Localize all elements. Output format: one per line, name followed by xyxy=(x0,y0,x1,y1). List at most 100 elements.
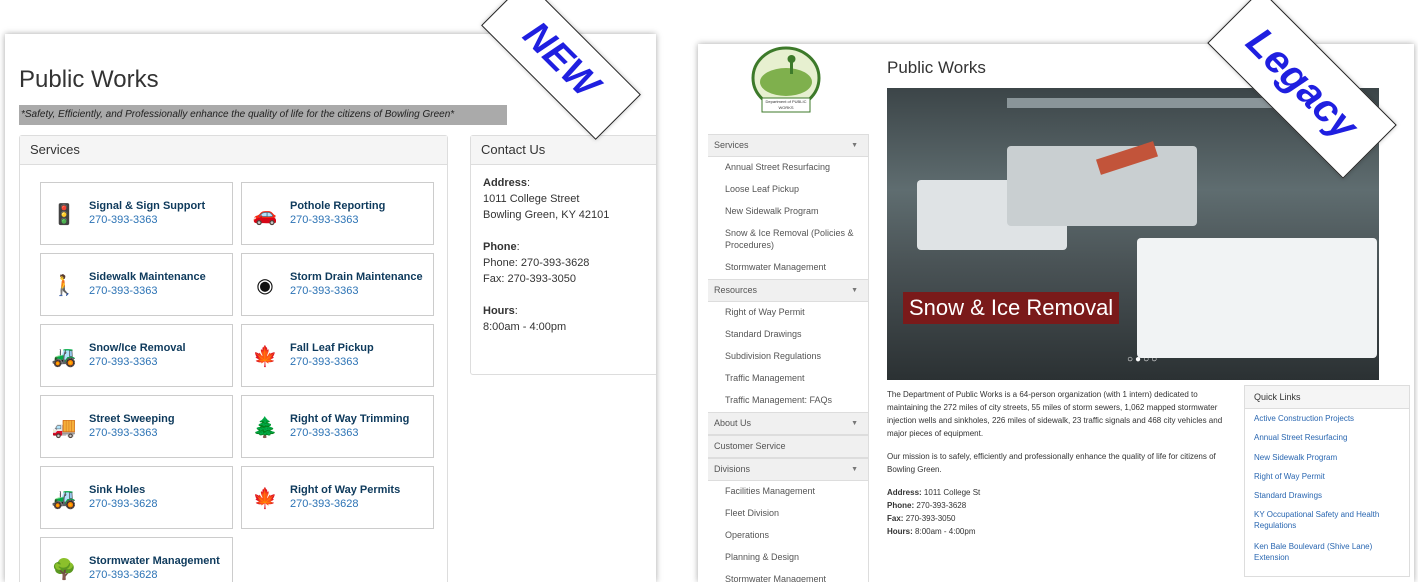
service-tile[interactable]: 🍁 Right of Way Permits 270-393-3628 xyxy=(241,466,434,529)
service-tile[interactable]: 🚚 Street Sweeping 270-393-3363 xyxy=(40,395,233,458)
phone-label: Phone: xyxy=(887,501,915,510)
sidebar-label: Operations xyxy=(725,530,770,540)
phone-value: 270-393-3628 xyxy=(916,501,967,510)
sidebar-label: Customer Service xyxy=(714,441,786,451)
sidebar-label: Traffic Management xyxy=(725,373,805,383)
service-phone[interactable]: 270-393-3363 xyxy=(89,214,158,226)
sidebar-label: Annual Street Resurfacing xyxy=(725,162,831,172)
sidebar-item[interactable]: Right of Way Permit xyxy=(708,302,885,322)
service-phone[interactable]: 270-393-3363 xyxy=(290,285,359,297)
sidebar-item[interactable]: Traffic Management xyxy=(708,368,885,388)
service-phone[interactable]: 270-393-3628 xyxy=(290,498,359,510)
sidebar-section[interactable]: Resources ▼ xyxy=(708,279,868,302)
quick-link[interactable]: Active Construction Projects xyxy=(1254,413,1404,424)
carousel-indicators[interactable]: ○●○○ xyxy=(1127,354,1159,365)
service-name[interactable]: Right of Way Trimming xyxy=(290,413,409,425)
service-name[interactable]: Signal & Sign Support xyxy=(89,200,205,212)
sidebar-item[interactable]: Operations xyxy=(708,525,885,545)
department-logo[interactable]: Department of PUBLIC WORKS xyxy=(750,44,822,116)
phone-value: Phone: 270-393-3628 xyxy=(483,257,590,269)
sidebar-item[interactable]: Facilities Management xyxy=(708,481,885,501)
service-name[interactable]: Snow/Ice Removal xyxy=(89,342,186,354)
sidebar-label: Loose Leaf Pickup xyxy=(725,184,800,194)
intro-paragraph: The Department of Public Works is a 64-p… xyxy=(887,390,1223,438)
sidebar-label: Right of Way Permit xyxy=(725,307,805,317)
sidebar-label: Planning & Design xyxy=(725,552,800,562)
service-tile[interactable]: ◉ Storm Drain Maintenance 270-393-3363 xyxy=(241,253,434,316)
fax-value: 270-393-3050 xyxy=(905,514,956,523)
sidebar-item[interactable]: Planning & Design xyxy=(708,547,885,567)
bulldozer-icon: 🚜 xyxy=(51,488,77,510)
service-phone[interactable]: 270-393-3628 xyxy=(89,569,158,581)
service-name[interactable]: Stormwater Management xyxy=(89,555,220,567)
services-panel: Services 🚦 Signal & Sign Support 270-393-3… xyxy=(19,135,448,582)
sidebar-label: Fleet Division xyxy=(725,508,780,518)
service-phone[interactable]: 270-393-3628 xyxy=(89,498,158,510)
quick-link[interactable]: Right of Way Permit xyxy=(1254,471,1404,482)
quick-link[interactable]: Annual Street Resurfacing xyxy=(1254,432,1404,443)
service-tile[interactable]: 🍁 Fall Leaf Pickup 270-393-3363 xyxy=(241,324,434,387)
sidebar-item[interactable]: Loose Leaf Pickup xyxy=(708,179,885,199)
service-phone[interactable]: 270-393-3363 xyxy=(89,285,158,297)
quick-link[interactable]: KY Occupational Safety and Health Regula… xyxy=(1254,509,1404,531)
sidebar-item[interactable]: Procedures) xyxy=(708,235,885,255)
sidebar-item[interactable]: Stormwater Management xyxy=(708,257,885,277)
sidebar-item[interactable]: New Sidewalk Program xyxy=(708,201,885,221)
service-tile[interactable]: 🚦 Signal & Sign Support 270-393-3363 xyxy=(40,182,233,245)
chevron-down-icon: ▼ xyxy=(851,287,858,294)
quick-link[interactable]: Ken Bale Boulevard (Shive Lane) Extensio… xyxy=(1254,541,1404,563)
sidebar-item[interactable]: Fleet Division xyxy=(708,503,885,523)
fax-label: Fax: xyxy=(887,514,904,523)
sidebar-section[interactable]: Customer Service xyxy=(708,435,868,458)
sidebar-item[interactable]: Subdivision Regulations xyxy=(708,346,885,366)
fax-value: Fax: 270-393-3050 xyxy=(483,273,576,285)
page-title: Public Works xyxy=(19,66,159,93)
service-name[interactable]: Sink Holes xyxy=(89,484,145,496)
sidebar-item[interactable]: Annual Street Resurfacing xyxy=(708,157,885,177)
service-name[interactable]: Sidewalk Maintenance xyxy=(89,271,206,283)
quick-links-heading: Quick Links xyxy=(1245,386,1409,409)
tree-bench-icon: 🌳 xyxy=(51,559,77,581)
sidebar-label: Procedures) xyxy=(725,240,775,250)
address-label: Address xyxy=(483,177,528,189)
sidebar-label: Traffic Management: FAQs xyxy=(725,395,833,405)
service-name[interactable]: Storm Drain Maintenance xyxy=(290,271,423,283)
service-name[interactable]: Pothole Reporting xyxy=(290,200,385,212)
service-tile[interactable]: 🚜 Snow/Ice Removal 270-393-3363 xyxy=(40,324,233,387)
service-tile[interactable]: 🚶 Sidewalk Maintenance 270-393-3363 xyxy=(40,253,233,316)
service-name[interactable]: Street Sweeping xyxy=(89,413,175,425)
sidebar-section[interactable]: Divisions ▼ xyxy=(708,458,868,481)
sidebar-label: Divisions xyxy=(714,464,751,474)
service-phone[interactable]: 270-393-3363 xyxy=(89,356,158,368)
new-site-screenshot: Public Works *Safety, Efficiently, and P… xyxy=(5,34,656,582)
quick-link[interactable]: Standard Drawings xyxy=(1254,490,1404,501)
sidebar-nav: Services ▼ Annual Street Resurfacing Loose … xyxy=(708,134,869,582)
sidebar-item[interactable]: Stormwater Management xyxy=(708,569,885,582)
service-phone[interactable]: 270-393-3363 xyxy=(290,356,359,368)
hours-label: Hours xyxy=(483,305,515,317)
service-name[interactable]: Fall Leaf Pickup xyxy=(290,342,374,354)
sidebar-section[interactable]: Services ▼ xyxy=(708,134,868,157)
page-title: Public Works xyxy=(887,58,986,77)
bulldozer-icon: 🚜 xyxy=(51,346,77,368)
sidebar-label: About Us xyxy=(714,418,752,428)
sidebar-label: Resources xyxy=(714,285,758,295)
service-name[interactable]: Right of Way Permits xyxy=(290,484,400,496)
sidebar-item[interactable]: Standard Drawings xyxy=(708,324,885,344)
sidebar-section[interactable]: About Us ▼ xyxy=(708,412,868,435)
service-phone[interactable]: 270-393-3363 xyxy=(290,427,359,439)
hours-value: 8:00am - 4:00pm xyxy=(915,527,976,536)
sidebar-label: Stormwater Management xyxy=(725,574,827,582)
service-phone[interactable]: 270-393-3363 xyxy=(290,214,359,226)
sidebar-label: Standard Drawings xyxy=(725,329,802,339)
service-tile[interactable]: 🚜 Sink Holes 270-393-3628 xyxy=(40,466,233,529)
service-tile[interactable]: 🌳 Stormwater Management 270-393-3628 xyxy=(40,537,233,582)
traffic-light-icon: 🚦 xyxy=(51,204,77,226)
service-tile[interactable]: 🌲 Right of Way Trimming 270-393-3363 xyxy=(241,395,434,458)
quick-link[interactable]: New Sidewalk Program xyxy=(1254,452,1404,463)
sidebar-item[interactable]: Traffic Management: FAQs xyxy=(708,390,885,410)
contact-panel: Contact Us Address: 1011 College Street … xyxy=(470,135,656,375)
contact-heading: Contact Us xyxy=(471,136,656,165)
service-phone[interactable]: 270-393-3363 xyxy=(89,427,158,439)
service-tile[interactable]: 🚗 Pothole Reporting 270-393-3363 xyxy=(241,182,434,245)
